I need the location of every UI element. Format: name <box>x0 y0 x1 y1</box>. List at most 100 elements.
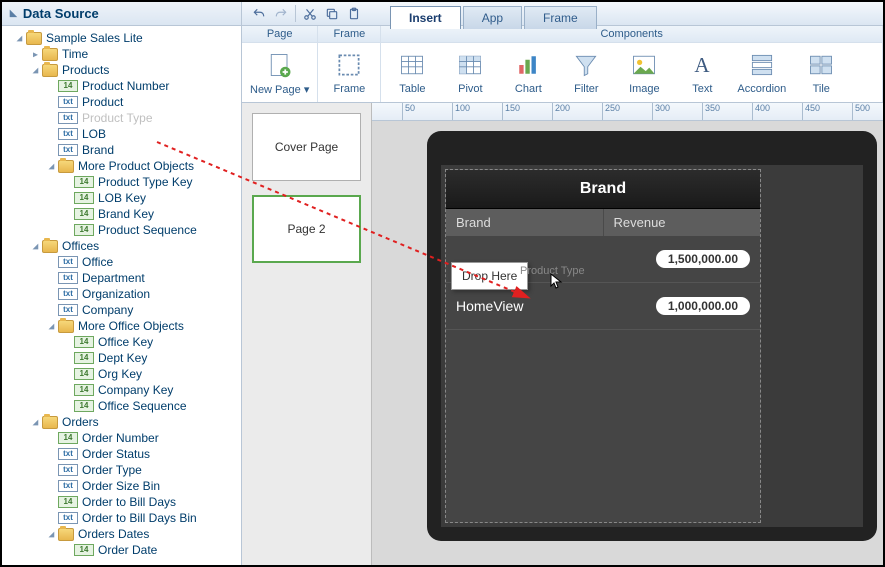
tree-node[interactable]: txt Order Size Bin <box>6 478 241 494</box>
tree-node-label: Product Number <box>82 79 169 93</box>
tree-node-label: Orders <box>62 415 99 429</box>
tree-toggle-icon[interactable] <box>30 65 40 75</box>
tab-frame[interactable]: Frame <box>524 6 597 29</box>
tree-node[interactable]: 14Office Sequence <box>6 398 241 414</box>
tree-node[interactable]: txtProduct Type <box>6 110 241 126</box>
folder-icon <box>58 528 74 541</box>
tree-node[interactable]: txtOrder to Bill Days Bin <box>6 510 241 526</box>
tree-node-label: Order Size Bin <box>82 479 160 493</box>
tree-toggle-icon[interactable] <box>14 33 24 43</box>
tree-node-label: Orders Dates <box>78 527 149 541</box>
frame-button[interactable]: Frame <box>320 47 378 97</box>
widget-title: Brand <box>446 170 760 209</box>
chart-icon <box>512 49 544 81</box>
tree-toggle-icon[interactable] <box>30 417 40 427</box>
tree-node-label: Office <box>82 255 113 269</box>
canvas[interactable]: Brand Brand Revenue 1,500,000.00 <box>372 121 883 565</box>
text-field-icon: txt <box>58 112 78 124</box>
tree-node-label: Order to Bill Days <box>82 495 176 509</box>
canvas-wrap: 50100150200250300350400450500 Brand Bran… <box>372 103 883 565</box>
tree-node[interactable]: Time <box>6 46 241 62</box>
field-tree[interactable]: Sample Sales LiteTimeProducts14Product N… <box>2 26 241 565</box>
tree-node[interactable]: txtLOB <box>6 126 241 142</box>
brand-widget[interactable]: Brand Brand Revenue 1,500,000.00 <box>445 169 761 523</box>
tree-toggle-icon[interactable] <box>30 241 40 251</box>
text-field-icon: txt <box>58 464 78 476</box>
folder-icon <box>42 240 58 253</box>
tree-node[interactable]: 14Company Key <box>6 382 241 398</box>
horizontal-ruler: 50100150200250300350400450500 <box>372 103 883 121</box>
paste-button[interactable] <box>343 2 365 25</box>
tree-node[interactable]: 14Dept Key <box>6 350 241 366</box>
tree-node[interactable]: txtOrganization <box>6 286 241 302</box>
tree-node[interactable]: Offices <box>6 238 241 254</box>
new-page-button[interactable]: New Page ▾ <box>244 47 315 98</box>
tree-toggle-icon[interactable] <box>46 161 56 171</box>
tree-node[interactable]: Orders Dates <box>6 526 241 542</box>
chart-button[interactable]: Chart <box>499 47 557 97</box>
tree-node-label: Order Date <box>98 543 157 557</box>
tree-node[interactable]: txtCompany <box>6 302 241 318</box>
tree-node-label: Product <box>82 95 123 109</box>
tree-node[interactable]: txtOrder Status <box>6 446 241 462</box>
column-header-brand[interactable]: Brand <box>446 209 604 236</box>
numeric-field-icon: 14 <box>74 224 94 236</box>
tree-node[interactable]: txt Product <box>6 94 241 110</box>
cut-button[interactable] <box>299 2 321 25</box>
tree-node[interactable]: txtBrand <box>6 142 241 158</box>
tree-node[interactable]: 14Product Type Key <box>6 174 241 190</box>
tree-node[interactable]: txtOffice <box>6 254 241 270</box>
tree-node[interactable]: 14Product Sequence <box>6 222 241 238</box>
tree-node[interactable]: 14Brand Key <box>6 206 241 222</box>
page-thumb-2[interactable]: Page 2 <box>252 195 361 263</box>
ribbon-group-components: Components Table Pivot Chart Filter Imag… <box>381 26 883 102</box>
tree-node[interactable]: 14LOB Key <box>6 190 241 206</box>
table-row[interactable]: HomeView 1,000,000.00 <box>446 283 760 330</box>
page-thumb-cover[interactable]: Cover Page <box>252 113 361 181</box>
tab-app[interactable]: App <box>463 6 522 29</box>
pivot-button[interactable]: Pivot <box>441 47 499 97</box>
tree-node[interactable]: 14Org Key <box>6 366 241 382</box>
tree-node[interactable]: 14 Order to Bill Days <box>6 494 241 510</box>
redo-button[interactable] <box>270 2 292 25</box>
tree-node[interactable]: txtDepartment <box>6 270 241 286</box>
image-icon <box>628 49 660 81</box>
text-field-icon: txt <box>58 448 78 460</box>
tree-node[interactable]: More Product Objects <box>6 158 241 174</box>
tree-node-label: LOB Key <box>98 191 146 205</box>
tree-node[interactable]: Orders <box>6 414 241 430</box>
tree-node[interactable]: Products <box>6 62 241 78</box>
tree-node[interactable]: 14Office Key <box>6 334 241 350</box>
tree-node-label: Offices <box>62 239 99 253</box>
undo-button[interactable] <box>248 2 270 25</box>
tree-node[interactable]: Sample Sales Lite <box>6 30 241 46</box>
text-field-icon: txt <box>58 96 78 108</box>
text-field-icon: txt <box>58 480 78 492</box>
numeric-field-icon: 14 <box>58 496 78 508</box>
ruler-tick: 250 <box>602 103 620 120</box>
column-header-revenue[interactable]: Revenue <box>604 209 761 236</box>
tree-node[interactable]: 14Product Number <box>6 78 241 94</box>
tree-node[interactable]: txtOrder Type <box>6 462 241 478</box>
copy-button[interactable] <box>321 2 343 25</box>
tab-insert[interactable]: Insert <box>390 6 461 29</box>
tile-button[interactable]: Tile <box>792 47 850 97</box>
filter-button[interactable]: Filter <box>557 47 615 97</box>
table-button[interactable]: Table <box>383 47 441 97</box>
tree-node[interactable]: More Office Objects <box>6 318 241 334</box>
folder-icon <box>42 48 58 61</box>
ribbon-group-label: Frame <box>318 26 380 43</box>
tree-node[interactable]: 14Order Number <box>6 430 241 446</box>
work-area: Cover Page Page 2 5010015020025030035040… <box>242 103 883 565</box>
ruler-tick: 50 <box>402 103 415 120</box>
ruler-tick: 300 <box>652 103 670 120</box>
tree-toggle-icon[interactable] <box>46 321 56 331</box>
tree-toggle-icon[interactable] <box>30 49 40 59</box>
text-button[interactable]: AText <box>673 47 731 97</box>
image-button[interactable]: Image <box>615 47 673 97</box>
drop-target[interactable]: Drop Here Product Type <box>451 262 528 290</box>
tree-toggle-icon[interactable] <box>46 529 56 539</box>
cell-label: HomeView <box>456 298 656 314</box>
tree-node[interactable]: 14Order Date <box>6 542 241 558</box>
accordion-button[interactable]: Accordion <box>731 47 792 97</box>
